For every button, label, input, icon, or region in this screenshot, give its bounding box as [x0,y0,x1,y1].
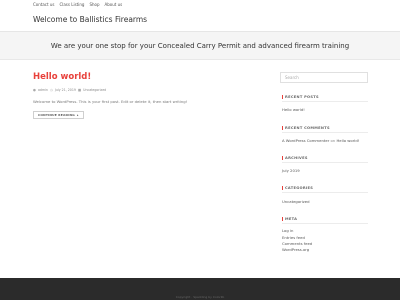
comment-author-link[interactable]: A WordPress Commenter [282,138,329,143]
post-date[interactable]: July 21, 2019 [55,88,76,92]
accent-bar [282,217,283,221]
archives-title: ARCHIVES [282,156,308,160]
widget-divider [282,223,368,224]
nav-shop[interactable]: Shop [89,2,99,7]
recent-comments-label: RECENT COMMENTS [285,126,330,130]
search-placeholder: Search [285,75,299,80]
nav-about-us[interactable]: About us [105,2,123,7]
widget-divider [282,162,368,163]
meta-wordpress-link[interactable]: WordPress.org [282,247,309,252]
categories-title: CATEGORIES [282,186,313,190]
widget-divider [282,101,368,102]
meta-login-link[interactable]: Log in [282,228,293,233]
continue-reading-button[interactable]: CONTINUE READING ▸ [33,111,84,119]
chevron-right-icon: ▸ [76,113,79,117]
archive-link[interactable]: July 2019 [282,168,300,173]
continue-reading-label: CONTINUE READING [38,113,75,117]
post-author[interactable]: admin [38,88,48,92]
meta-entries-feed-link[interactable]: Entries feed [282,235,305,240]
comment-on-text: on [330,138,336,143]
recent-posts-title: RECENT POSTS [282,95,319,99]
recent-posts-label: RECENT POSTS [285,95,319,99]
accent-bar [282,95,283,99]
nav-class-listing[interactable]: Class Listing [59,2,84,7]
recent-comments-title: RECENT COMMENTS [282,126,330,130]
clock-icon: ◷ [49,88,53,92]
archives-label: ARCHIVES [285,156,308,160]
footer-text: Copyright · Sparkling by Colorlib [175,295,225,299]
post-category[interactable]: Uncategorized [83,88,106,92]
site-title[interactable]: Welcome to Ballistics Firearms [33,15,147,24]
hero-banner: We are your one stop for your Concealed … [0,32,400,59]
meta-label: META [285,217,298,221]
search-input[interactable]: Search [280,72,368,83]
site-footer: Copyright · Sparkling by Colorlib [0,278,400,300]
user-icon: ● [33,88,36,92]
post-excerpt: Welcome to WordPress. This is your first… [33,99,188,104]
meta-title: META [282,217,297,221]
categories-label: CATEGORIES [285,186,314,190]
recent-comment-item: A WordPress Commenter on Hello world! [282,138,359,143]
comment-post-link[interactable]: Hello world! [336,138,359,143]
category-link[interactable]: Uncategorized [282,199,310,204]
widget-divider [282,132,368,133]
widget-divider [282,192,368,193]
recent-post-link[interactable]: Hello world! [282,107,305,112]
accent-bar [282,126,283,130]
nav-contact-us[interactable]: Contact us [33,2,54,7]
post-meta: ● admin ◷ July 21, 2019 ■ Uncategorized [33,88,106,92]
hero-text: We are your one stop for your Concealed … [50,41,350,50]
folder-icon: ■ [77,88,82,92]
meta-comments-feed-link[interactable]: Comments feed [282,241,312,246]
post-title[interactable]: Hello world! [33,72,91,82]
accent-bar [282,156,283,160]
top-navigation: Contact us Class Listing Shop About us [33,2,122,7]
accent-bar [282,186,283,190]
hero-divider [0,59,400,60]
